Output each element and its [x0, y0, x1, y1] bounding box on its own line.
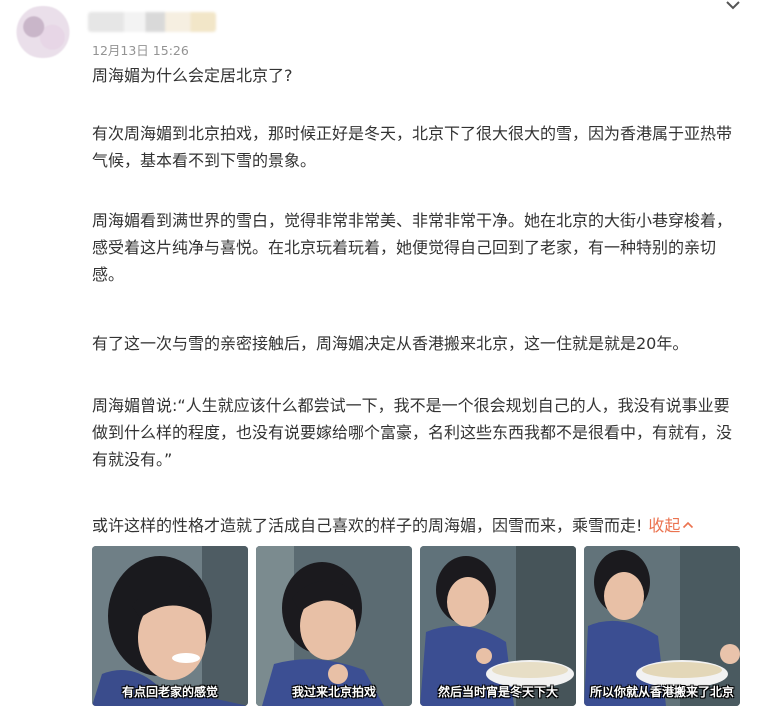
- post-image[interactable]: 然后当时宵是冬天下大: [420, 546, 576, 706]
- image-content: [420, 546, 576, 706]
- image-caption: 所以你就从香港搬来了北京: [589, 685, 734, 699]
- image-content: [584, 546, 740, 706]
- post-image[interactable]: 有点回老家的感觉: [92, 546, 248, 706]
- post-image[interactable]: 所以你就从香港搬来了北京: [584, 546, 740, 706]
- post-paragraph-last: 或许这样的性格才造就了活成自己喜欢的样子的周海媚，因雪而来，乘雪而走! 收起: [92, 512, 694, 539]
- image-content: [256, 546, 412, 706]
- chevron-up-icon: [683, 521, 694, 529]
- post-paragraph-text: 或许这样的性格才造就了活成自己喜欢的样子的周海媚，因雪而来，乘雪而走!: [92, 516, 643, 535]
- image-caption: 然后当时宵是冬天下大: [437, 685, 558, 699]
- post-paragraph: 周海媚看到满世界的雪白，觉得非常非常美、非常非常干净。她在北京的大街小巷穿梭着，…: [92, 211, 733, 284]
- post-paragraph: 周海媚曾说:“人生就应该什么都尝试一下，我不是一个很会规划自己的人，我没有说事业…: [92, 396, 733, 469]
- avatar[interactable]: [12, 6, 74, 58]
- collapse-label: 收起: [648, 516, 681, 535]
- post-timestamp[interactable]: 12月13日 15:26: [92, 40, 189, 59]
- collapse-button[interactable]: 收起: [648, 516, 694, 535]
- post-paragraph: 周海媚为什么会定居北京了?: [92, 66, 293, 85]
- post-paragraph: 有次周海媚到北京拍戏，那时候正好是冬天，北京下了很大很大的雪，因为香港属于亚热带…: [92, 124, 733, 170]
- post-image[interactable]: 我过来北京拍戏: [256, 546, 412, 706]
- chevron-down-icon[interactable]: [724, 0, 742, 12]
- image-grid: 有点回老家的感觉 我过来北京拍戏 然后当时宵是冬天下大 所以你就从香港搬来了北京: [92, 546, 740, 706]
- image-content: [92, 546, 248, 706]
- image-caption: 我过来北京拍戏: [291, 685, 376, 699]
- username[interactable]: [88, 12, 216, 32]
- post-paragraph: 有了这一次与雪的亲密接触后，周海媚决定从香港搬来北京，这一住就是就是20年。: [92, 334, 689, 353]
- image-caption: 有点回老家的感觉: [121, 685, 218, 699]
